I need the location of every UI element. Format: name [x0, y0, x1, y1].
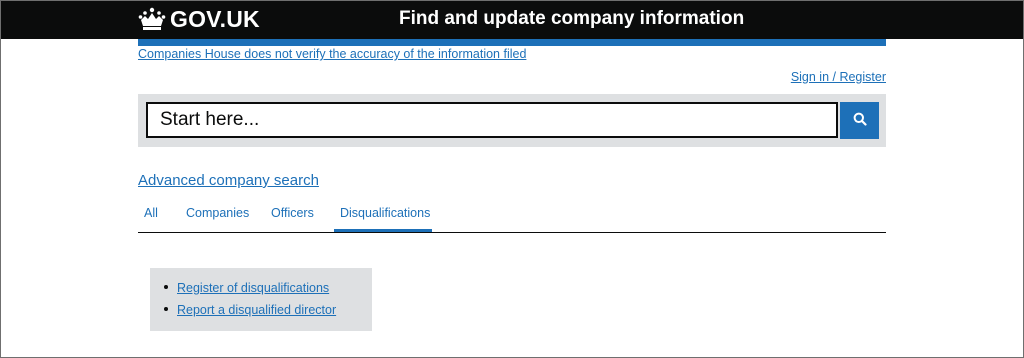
tab-all[interactable]: All	[144, 206, 158, 220]
tab-disqualifications[interactable]: Disqualifications	[340, 206, 430, 220]
advanced-search-link[interactable]: Advanced company search	[138, 172, 319, 189]
report-disqualified-director-link[interactable]: Report a disqualified director	[177, 303, 336, 317]
disclaimer-link[interactable]: Companies House does not verify the accu…	[138, 47, 526, 61]
bullet-icon	[164, 284, 168, 289]
header-accent-bar	[138, 39, 886, 46]
logo-text: GOV.UK	[170, 5, 260, 32]
govuk-logo[interactable]: GOV.UK	[138, 5, 260, 33]
site-header: GOV.UK Find and update company informati…	[0, 0, 1024, 39]
service-name[interactable]: Find and update company information	[399, 8, 744, 30]
search-panel	[138, 94, 886, 147]
bullet-icon	[164, 306, 168, 311]
list-item: Register of disqualifications	[164, 281, 329, 295]
tab-officers[interactable]: Officers	[271, 206, 314, 220]
search-icon	[853, 112, 867, 129]
disqualification-links-panel: Register of disqualifications Report a d…	[150, 268, 372, 331]
search-button[interactable]	[840, 102, 879, 139]
signin-register-link[interactable]: Sign in / Register	[791, 70, 886, 84]
crown-icon	[138, 7, 166, 31]
search-tabs: All Companies Officers Disqualifications	[138, 196, 886, 233]
list-item: Report a disqualified director	[164, 303, 336, 317]
search-input[interactable]	[146, 102, 838, 138]
tab-companies[interactable]: Companies	[186, 206, 249, 220]
active-tab-indicator	[334, 229, 432, 232]
register-of-disqualifications-link[interactable]: Register of disqualifications	[177, 281, 329, 295]
